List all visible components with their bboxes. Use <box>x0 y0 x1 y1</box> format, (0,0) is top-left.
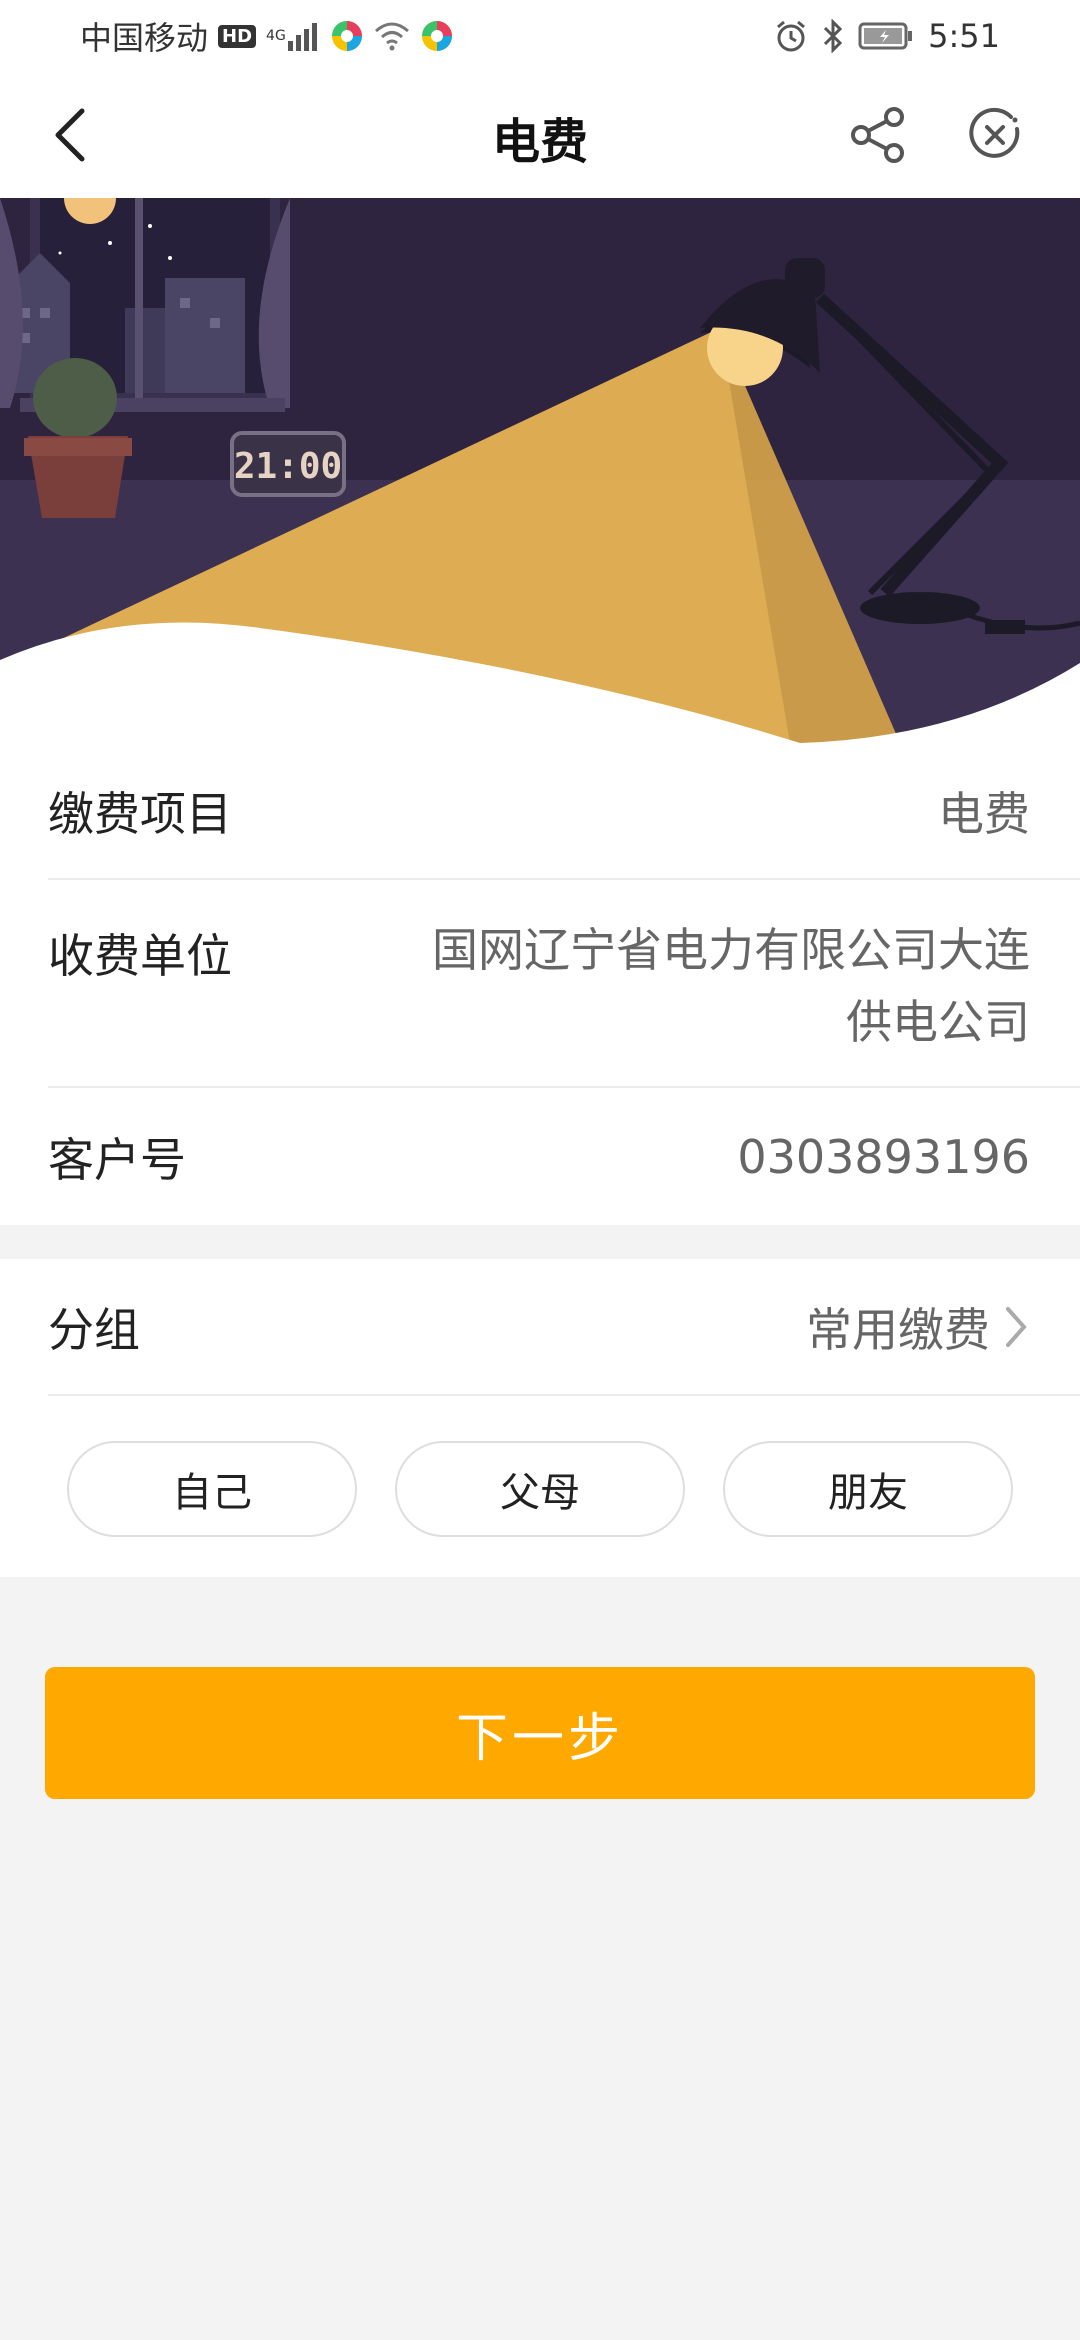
wifi-icon <box>374 21 410 51</box>
app-notification-icon-2 <box>420 19 454 53</box>
carrier-label: 中国移动 <box>80 19 209 57</box>
chip-friends[interactable]: 朋友 <box>723 1441 1013 1537</box>
group-chips: 自己 父母 朋友 <box>0 1441 1080 1537</box>
signal-icon: 4G <box>266 21 320 51</box>
status-bar: 中国移动 HD 4G 5:51 <box>0 0 1080 72</box>
payment-info-card: 缴费项目 电费 收费单位 国网辽宁省电力有限公司大连供电公司 客户号 03038… <box>0 743 1080 1225</box>
payee-row: 收费单位 国网辽宁省电力有限公司大连供电公司 <box>48 880 1080 1088</box>
payment-item-value: 电费 <box>938 786 1030 841</box>
customer-number-label: 客户号 <box>48 1132 186 1187</box>
customer-number-row: 客户号 0303893196 <box>48 1088 1080 1225</box>
group-value: 常用缴费 <box>806 1302 990 1357</box>
app-notification-icon <box>330 19 364 53</box>
payment-item-row: 缴费项目 电费 <box>48 743 1080 880</box>
page-title: 电费 <box>491 114 588 170</box>
group-row[interactable]: 分组 常用缴费 <box>48 1259 1080 1396</box>
payment-item-label: 缴费项目 <box>48 786 232 841</box>
time-label: 5:51 <box>928 17 1000 55</box>
battery-icon <box>858 21 914 51</box>
app-header: 电费 <box>0 72 1080 198</box>
bluetooth-icon <box>822 19 844 53</box>
group-label: 分组 <box>48 1302 140 1357</box>
close-mini-app-button[interactable] <box>962 102 1028 168</box>
group-selector[interactable]: 常用缴费 <box>806 1294 1028 1360</box>
share-button[interactable] <box>845 102 911 168</box>
banner-illustration: 21:00 <box>0 198 1080 743</box>
next-step-button[interactable]: 下一步 <box>45 1667 1035 1799</box>
section-divider <box>0 1227 1080 1259</box>
customer-number-value: 0303893196 <box>737 1129 1030 1184</box>
status-right: 5:51 <box>774 17 1000 55</box>
chevron-right-icon <box>1006 1306 1027 1347</box>
hd-badge: HD <box>218 24 257 48</box>
payee-label: 收费单位 <box>48 929 232 983</box>
share-icon <box>851 107 904 163</box>
group-card: 分组 常用缴费 自己 父母 朋友 <box>0 1259 1080 1577</box>
chip-parents[interactable]: 父母 <box>395 1441 685 1537</box>
chip-self[interactable]: 自己 <box>67 1441 357 1537</box>
network-label: 4G <box>266 28 286 44</box>
alarm-icon <box>774 19 808 53</box>
clock-text: 21:00 <box>234 446 342 487</box>
status-left: 中国移动 HD 4G <box>80 13 454 59</box>
close-circle-icon <box>969 107 1020 158</box>
payee-value: 国网辽宁省电力有限公司大连供电公司 <box>432 923 1030 1049</box>
